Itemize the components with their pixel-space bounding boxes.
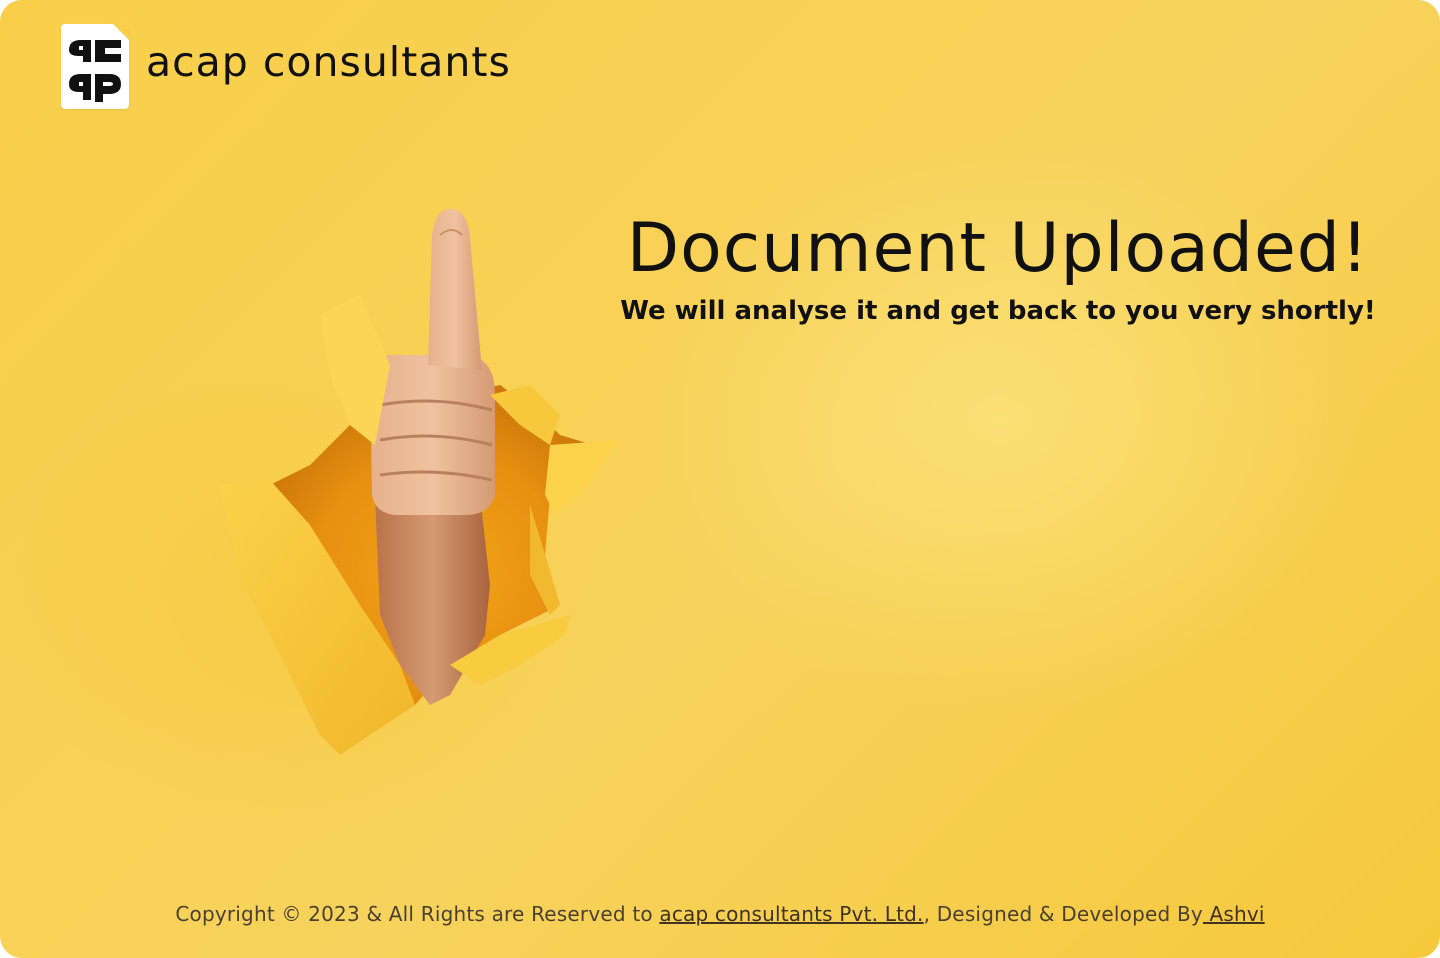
logo-icon[interactable] — [61, 24, 129, 109]
company-link[interactable]: acap consultants Pvt. Ltd. — [659, 902, 923, 926]
page-title: Document Uploaded! — [626, 209, 1370, 288]
upload-success-page: acap consultants Document Uploaded! We w… — [0, 0, 1440, 958]
brand-name[interactable]: acap consultants — [146, 42, 511, 83]
footer: Copyright © 2023 & All Rights are Reserv… — [0, 902, 1440, 926]
page-subtitle: We will analyse it and get back to you v… — [620, 296, 1376, 326]
footer-copyright-text: Copyright © 2023 & All Rights are Reserv… — [175, 902, 660, 926]
footer-developer-text: , Designed & Developed By — [923, 902, 1203, 926]
developer-link[interactable]: Ashvi — [1203, 902, 1265, 926]
thumbs-up-illustration — [200, 195, 640, 775]
